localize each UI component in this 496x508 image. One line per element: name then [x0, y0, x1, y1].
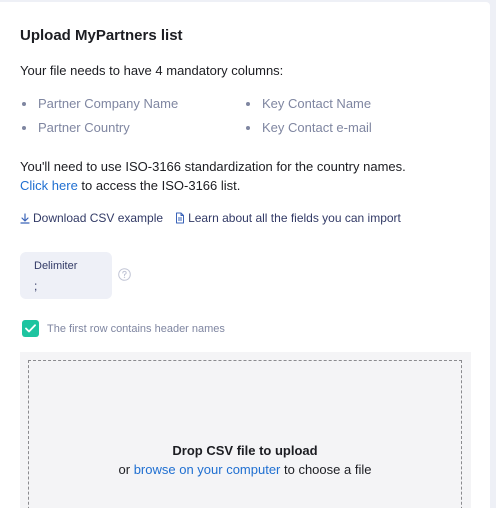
- page-title: Upload MyPartners list: [20, 27, 183, 44]
- column-name: Key Contact e-mail: [262, 120, 372, 135]
- dropzone-title: Drop CSV file to upload: [172, 443, 318, 458]
- delimiter-field[interactable]: Delimiter: [20, 252, 112, 299]
- header-row-checkbox[interactable]: [22, 320, 39, 337]
- mandatory-columns-list: Partner Company Name Partner Country Key…: [22, 96, 442, 140]
- dropzone-suffix: to choose a file: [280, 462, 372, 477]
- checkmark-icon: [25, 324, 36, 333]
- iso-text: You'll need to use ISO-3166 standardizat…: [20, 159, 406, 174]
- download-csv-label: Download CSV example: [33, 211, 164, 225]
- intro-text: Your file needs to have 4 mandatory colu…: [20, 63, 284, 78]
- document-icon: [176, 212, 185, 224]
- dropzone-prefix: or: [118, 462, 134, 477]
- header-row-option: The first row contains header names: [22, 320, 225, 337]
- iso-list-link[interactable]: Click here: [20, 178, 78, 193]
- download-icon: [20, 212, 30, 224]
- list-item: Partner Country: [22, 120, 130, 135]
- iso-suffix-text: to access the ISO-3166 list.: [77, 178, 241, 193]
- column-name: Key Contact Name: [262, 96, 372, 111]
- list-item: Partner Company Name: [22, 96, 178, 111]
- help-icon[interactable]: [118, 268, 131, 281]
- learn-fields-label: Learn about all the fields you can impor…: [188, 211, 401, 225]
- upload-panel: Upload MyPartners list Your file needs t…: [0, 2, 490, 508]
- dropzone-subtitle: or browse on your computer to choose a f…: [29, 462, 461, 477]
- list-item: Key Contact e-mail: [246, 120, 372, 135]
- download-csv-link[interactable]: Download CSV example: [20, 211, 163, 225]
- browse-computer-link[interactable]: browse on your computer: [134, 462, 281, 477]
- bullet-icon: [22, 101, 26, 106]
- bullet-icon: [22, 125, 26, 130]
- list-item: Key Contact Name: [246, 96, 371, 111]
- learn-fields-link[interactable]: Learn about all the fields you can impor…: [175, 211, 401, 225]
- delimiter-label: Delimiter: [34, 260, 78, 272]
- header-row-label: The first row contains header names: [47, 322, 225, 335]
- iso-instructions: You'll need to use ISO-3166 standardizat…: [20, 157, 406, 195]
- csv-dropzone[interactable]: Drop CSV file to upload or browse on you…: [28, 360, 462, 508]
- bullet-icon: [246, 125, 250, 130]
- file-actions: Download CSV example Learn about all the…: [20, 211, 401, 225]
- bullet-icon: [246, 101, 250, 106]
- dropzone-container: Drop CSV file to upload or browse on you…: [20, 352, 471, 508]
- column-name: Partner Country: [38, 120, 130, 135]
- column-name: Partner Company Name: [38, 96, 179, 111]
- delimiter-input[interactable]: [34, 279, 94, 293]
